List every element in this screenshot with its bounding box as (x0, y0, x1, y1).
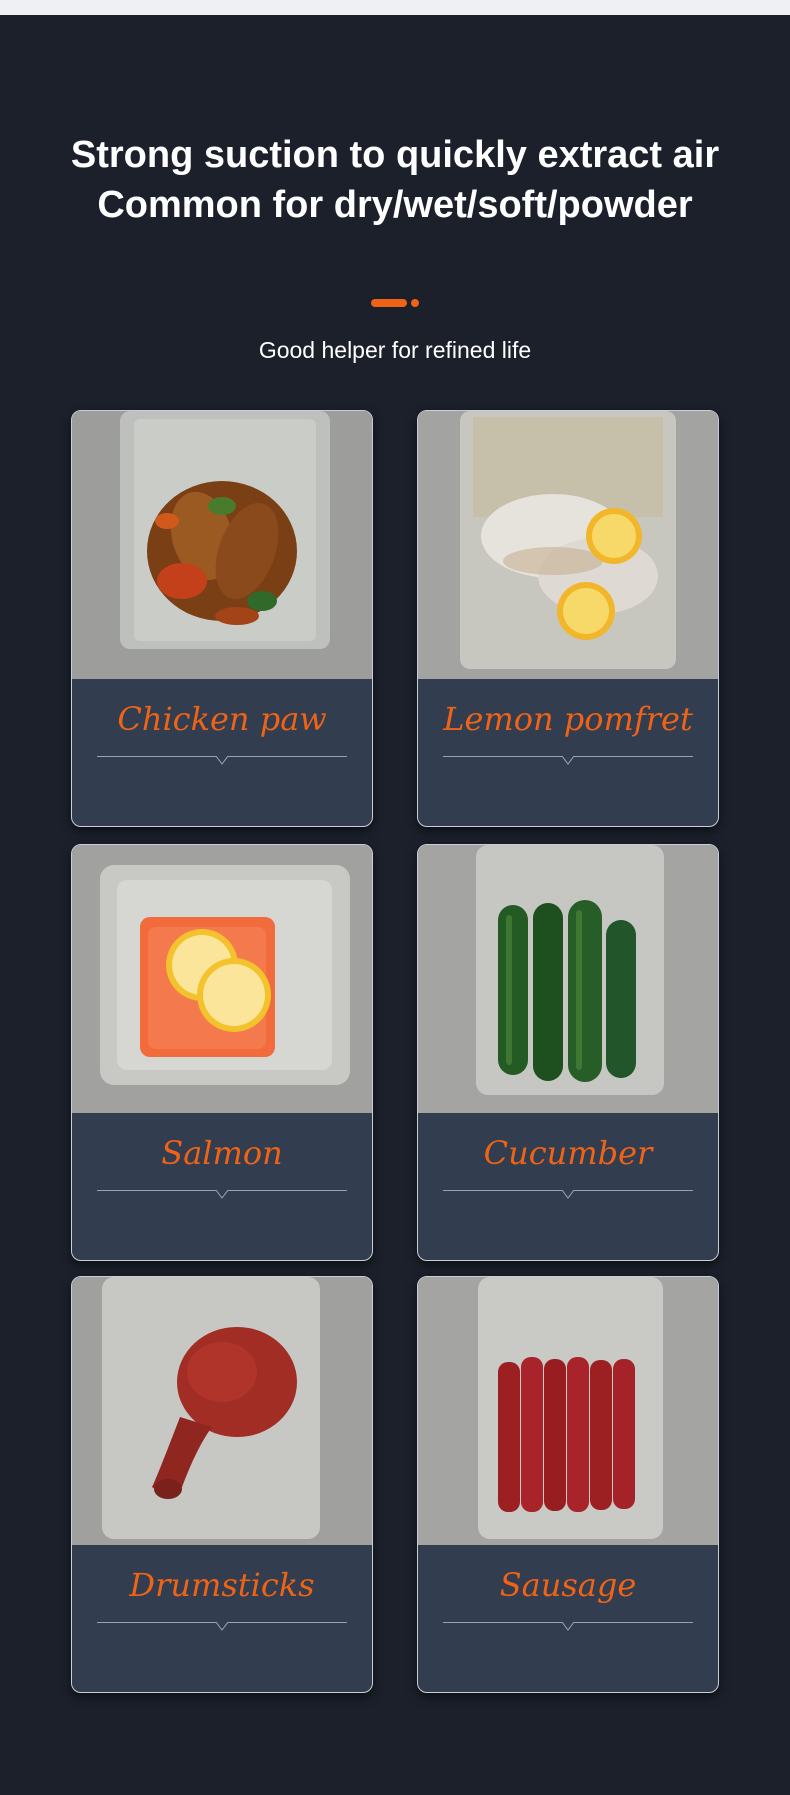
headline-line-2: Common for dry/wet/soft/powder (97, 184, 693, 226)
product-card-lemon-pomfret: Lemon pomfret (417, 410, 719, 827)
headline: Strong suction to quickly extract air Co… (0, 130, 790, 230)
product-label: Drumsticks (129, 1566, 315, 1604)
chevron-down-icon (216, 1622, 228, 1631)
product-label: Salmon (161, 1134, 283, 1172)
top-strip (0, 0, 790, 15)
product-label: Lemon pomfret (443, 700, 693, 738)
product-photo-cucumber (418, 845, 718, 1113)
chevron-down-icon (562, 1190, 574, 1199)
chevron-down-icon (562, 1622, 574, 1631)
product-label: Chicken paw (117, 700, 327, 738)
product-photo-sausage (418, 1277, 718, 1545)
headline-line-1: Strong suction to quickly extract air (70, 134, 720, 176)
chevron-down-icon (216, 1190, 228, 1199)
product-photo-drumsticks (72, 1277, 372, 1545)
product-card-chicken-paw: Chicken paw (71, 410, 373, 827)
product-card-cucumber: Cucumber (417, 844, 719, 1261)
subtitle: Good helper for refined life (258, 337, 532, 363)
product-label: Sausage (499, 1566, 637, 1604)
product-label: Cucumber (483, 1134, 653, 1172)
product-card-sausage: Sausage (417, 1276, 719, 1693)
product-photo-chicken-paw (72, 411, 372, 679)
chevron-down-icon (216, 756, 228, 765)
accent-dot (411, 299, 419, 307)
chevron-down-icon (562, 756, 574, 765)
accent-bar (371, 299, 407, 307)
product-photo-salmon (72, 845, 372, 1113)
product-card-drumsticks: Drumsticks (71, 1276, 373, 1693)
product-photo-lemon-pomfret (418, 411, 718, 679)
product-card-salmon: Salmon (71, 844, 373, 1261)
